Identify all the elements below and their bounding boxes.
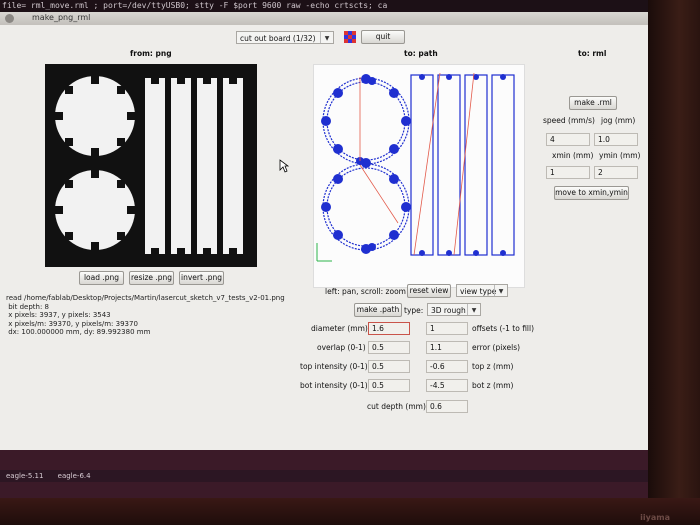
- view-type-select-value: view type: [460, 287, 497, 296]
- xmin-label: xmin (mm): [552, 151, 594, 160]
- app-window: make_png_rml cut out board (1/32) ▼ quit…: [0, 12, 648, 470]
- jog-label: jog (mm): [601, 116, 636, 125]
- monitor-bezel-right: [648, 0, 700, 525]
- offsets-label: offsets (-1 to fill): [472, 324, 535, 333]
- jog-input[interactable]: 1.0: [594, 133, 638, 146]
- cut-depth-label: cut depth (mm): [367, 402, 426, 411]
- taskbar-item-eagle-5-11[interactable]: eagle-5.11: [0, 470, 49, 482]
- make-path-button[interactable]: make .path: [354, 303, 402, 317]
- nav-hint: left: pan, scroll: zoom: [325, 287, 406, 296]
- title-bar: make_png_rml: [0, 12, 648, 25]
- taskbar-item-eagle-6-4[interactable]: eagle-6.4: [52, 470, 97, 482]
- chevron-down-icon: ▼: [320, 32, 333, 43]
- top-z-input[interactable]: -0.6: [426, 360, 468, 373]
- chevron-down-icon: ▼: [467, 304, 480, 315]
- cut-depth-input[interactable]: 0.6: [426, 400, 468, 413]
- overlap-input[interactable]: 0.5: [368, 341, 410, 354]
- speed-label: speed (mm/s): [543, 116, 595, 125]
- path-panel-heading: to: path: [404, 49, 438, 58]
- overlap-label: overlap (0-1): [317, 343, 366, 352]
- offsets-input[interactable]: 1: [426, 322, 468, 335]
- top-intensity-input[interactable]: 0.5: [368, 360, 410, 373]
- type-label: type:: [404, 306, 424, 315]
- file-info-text: read /home/fablab/Desktop/Projects/Marti…: [6, 294, 285, 337]
- close-icon[interactable]: [5, 14, 14, 23]
- load-png-button[interactable]: load .png: [79, 271, 124, 285]
- png-panel-heading: from: png: [130, 49, 172, 58]
- rml-panel-heading: to: rml: [578, 49, 607, 58]
- view-type-select[interactable]: view type ▼: [456, 284, 508, 297]
- top-intensity-label: top intensity (0-1): [300, 362, 368, 371]
- speed-input[interactable]: 4: [546, 133, 590, 146]
- color-palette-icon[interactable]: [344, 31, 356, 43]
- mouse-cursor-icon: [279, 159, 289, 173]
- diameter-input[interactable]: 1.6: [368, 322, 410, 335]
- taskbar: eagle-5.11 eagle-6.4: [0, 470, 648, 482]
- make-rml-button[interactable]: make .rml: [569, 96, 617, 110]
- monitor-bezel-bottom: iiyama: [0, 498, 700, 525]
- toolpath-graphic: [316, 72, 515, 262]
- top-z-label: top z (mm): [472, 362, 514, 371]
- bot-z-input[interactable]: -4.5: [426, 379, 468, 392]
- path-preview-canvas[interactable]: [313, 64, 525, 288]
- monitor-brand-logo: iiyama: [640, 513, 670, 522]
- resize-png-button[interactable]: resize .png: [129, 271, 174, 285]
- mode-select-value: cut out board (1/32): [240, 34, 316, 43]
- xmin-input[interactable]: 1: [546, 166, 590, 179]
- error-input[interactable]: 1.1: [426, 341, 468, 354]
- error-label: error (pixels): [472, 343, 521, 352]
- ymin-input[interactable]: 2: [594, 166, 638, 179]
- invert-png-button[interactable]: invert .png: [179, 271, 224, 285]
- chevron-down-icon: ▼: [494, 285, 507, 296]
- bot-intensity-input[interactable]: 0.5: [368, 379, 410, 392]
- terminal-command-text: file= rml_move.rml ; port=/dev/ttyUSB0; …: [0, 0, 700, 12]
- ymin-label: ymin (mm): [599, 151, 641, 160]
- diameter-label: diameter (mm): [311, 324, 368, 333]
- bot-z-label: bot z (mm): [472, 381, 514, 390]
- path-type-select-value: 3D rough: [431, 306, 466, 315]
- png-preview-image[interactable]: [45, 64, 257, 267]
- move-to-xmin-ymin-button[interactable]: move to xmin,ymin: [554, 186, 629, 200]
- mode-select[interactable]: cut out board (1/32) ▼: [236, 31, 334, 44]
- bot-intensity-label: bot intensity (0-1): [300, 381, 368, 390]
- reset-view-button[interactable]: reset view: [407, 284, 451, 298]
- path-type-select[interactable]: 3D rough ▼: [427, 303, 481, 316]
- quit-button[interactable]: quit: [361, 30, 405, 44]
- window-title: make_png_rml: [32, 13, 91, 22]
- png-preview-graphic: [55, 76, 243, 254]
